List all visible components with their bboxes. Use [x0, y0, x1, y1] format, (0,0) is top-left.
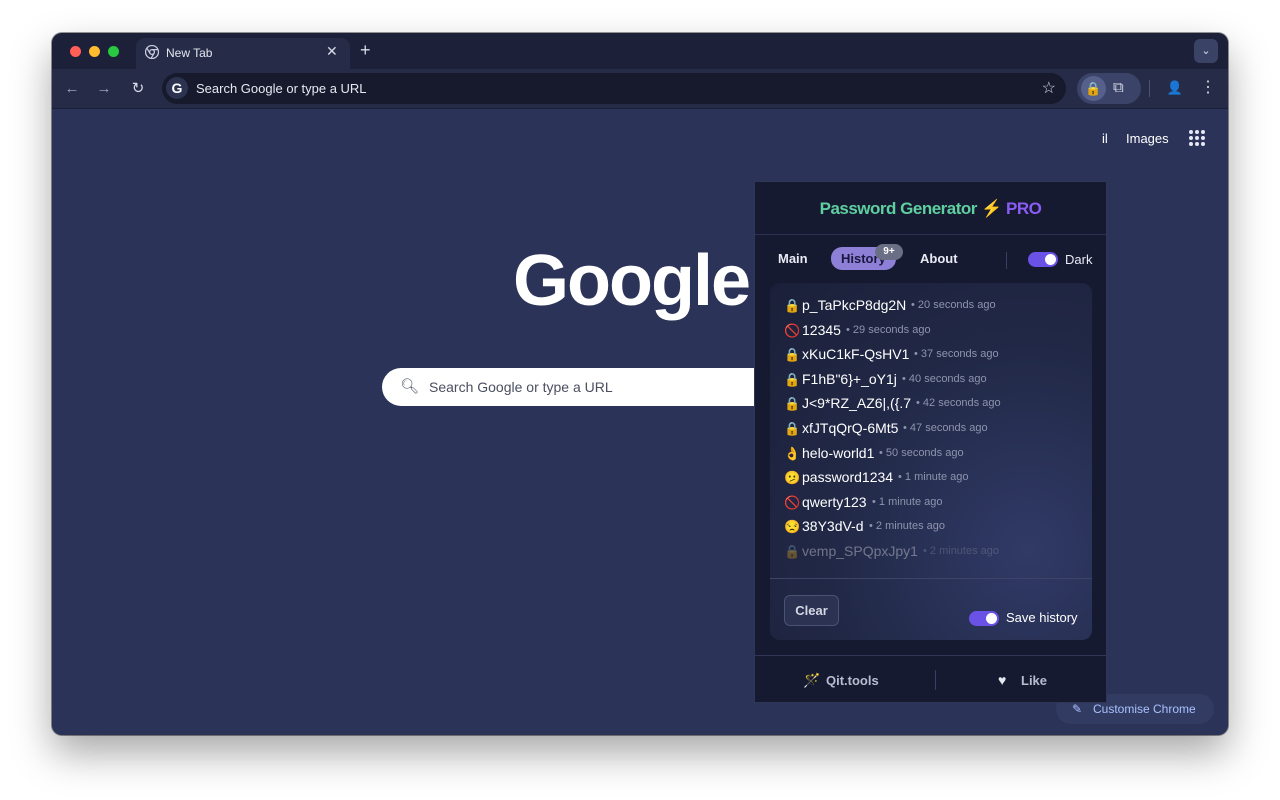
strength-emoji-icon: 🚫: [784, 494, 801, 510]
browser-window: New Tab ✕ + ⌄ ← → ↻ G Search Google or t…: [52, 33, 1228, 735]
popup-header: Password Generator ⚡ PRO: [755, 182, 1106, 235]
history-password[interactable]: vemp_SPQpxJpy1: [802, 543, 918, 559]
popup-title: Password Generator ⚡ PRO: [755, 199, 1106, 219]
more-menu-icon[interactable]: ⋮: [1200, 77, 1216, 97]
history-count-badge: 9+: [875, 244, 903, 260]
close-icon[interactable]: ✕: [326, 43, 338, 60]
history-password[interactable]: qwerty123: [802, 494, 867, 510]
history-time: • 50 seconds ago: [879, 446, 964, 459]
history-time: • 1 minute ago: [872, 495, 943, 508]
google-icon: G: [166, 77, 188, 99]
strength-emoji-icon: 🔒: [784, 371, 801, 387]
tab-about[interactable]: About: [920, 251, 958, 266]
history-time: • 42 seconds ago: [916, 397, 1001, 410]
history-time: • 2 minutes ago: [923, 545, 1000, 557]
history-time: • 1 minute ago: [898, 471, 969, 484]
heart-icon: ♥: [998, 672, 1007, 688]
tab-strip: New Tab ✕ + ⌄: [52, 33, 1228, 69]
close-window-button[interactable]: [70, 46, 81, 57]
history-panel: 🔒 p_TaPkcP8dg2N • 20 seconds ago 🚫 12345 • 29…: [770, 283, 1092, 640]
save-history-label: Save history: [1006, 610, 1078, 625]
puzzle-icon[interactable]: ⧉: [1113, 79, 1124, 96]
history-password[interactable]: 12345: [802, 322, 841, 338]
history-password[interactable]: password1234: [802, 469, 893, 485]
address-bar[interactable]: G Search Google or type a URL ☆: [162, 73, 1066, 104]
strength-emoji-icon: 🔒: [784, 347, 801, 363]
save-history-toggle[interactable]: [969, 611, 999, 626]
history-password[interactable]: xfJTqQrQ-6Mt5: [802, 420, 898, 436]
strength-emoji-icon: 🫤: [784, 470, 801, 486]
strength-emoji-icon: 😒: [784, 519, 801, 535]
new-tab-button[interactable]: +: [360, 40, 371, 60]
tab-main[interactable]: Main: [778, 251, 808, 266]
strength-emoji-icon: 🔒: [784, 396, 801, 412]
forward-arrow-icon[interactable]: →: [94, 79, 114, 99]
dark-mode-toggle[interactable]: [1028, 252, 1058, 267]
history-password[interactable]: xKuC1kF-QsHV1: [802, 346, 909, 362]
history-time: • 47 seconds ago: [903, 422, 988, 434]
extensions-area: 🔒 ⧉: [1077, 73, 1141, 104]
reload-icon[interactable]: ↻: [128, 79, 148, 99]
tab-title: New Tab: [166, 46, 213, 60]
address-bar-text[interactable]: Search Google or type a URL: [196, 81, 367, 96]
bookmark-star-icon[interactable]: ☆: [1042, 78, 1056, 98]
new-tab-page: il Images Google 🔍︎ Search Google or typ…: [52, 110, 1228, 735]
history-time: • 29 seconds ago: [846, 323, 931, 336]
history-password[interactable]: F1hB"6}+_oY1j: [802, 371, 897, 387]
images-link[interactable]: Images: [1126, 131, 1169, 146]
toolbar-divider: [1149, 80, 1150, 97]
tabs-divider: [1006, 252, 1007, 269]
footer-divider: [935, 670, 936, 690]
profile-icon[interactable]: 👤: [1164, 77, 1186, 99]
clear-history-button[interactable]: Clear: [784, 595, 839, 626]
history-time: • 20 seconds ago: [911, 299, 996, 311]
bolt-icon: ⚡: [981, 199, 1002, 218]
like-link[interactable]: Like: [1021, 673, 1047, 688]
magic-wand-icon: 🪄: [803, 672, 821, 688]
maximize-window-button[interactable]: [108, 46, 119, 57]
history-password[interactable]: 38Y3dV-d: [802, 518, 864, 534]
popup-title-pro: PRO: [1006, 199, 1042, 218]
minimize-window-button[interactable]: [89, 46, 100, 57]
popup-footer: 🪄 Qit.tools ♥ Like: [755, 655, 1106, 702]
history-password[interactable]: p_TaPkcP8dg2N: [802, 297, 906, 313]
dark-mode-label: Dark: [1065, 252, 1093, 267]
google-logo: Google: [513, 241, 751, 321]
tab-search-button[interactable]: ⌄: [1194, 39, 1218, 63]
customise-label: Customise Chrome: [1093, 702, 1196, 716]
history-time: • 40 seconds ago: [902, 372, 987, 385]
apps-grid-icon[interactable]: [1189, 130, 1205, 146]
strength-emoji-icon: 🔒: [784, 421, 801, 436]
chrome-icon: [145, 45, 159, 59]
history-divider: [770, 578, 1092, 579]
search-icon: 🔍︎: [400, 378, 420, 395]
strength-emoji-icon: 🔒: [784, 544, 801, 559]
history-time: • 37 seconds ago: [914, 348, 999, 361]
qit-tools-link[interactable]: Qit.tools: [826, 673, 879, 688]
toolbar: ← → ↻ G Search Google or type a URL ☆ 🔒 …: [52, 69, 1228, 109]
history-password[interactable]: J<9*RZ_AZ6|,({.7: [802, 395, 911, 411]
history-time: • 2 minutes ago: [869, 520, 946, 533]
tab-new-tab[interactable]: New Tab ✕: [136, 38, 350, 69]
history-list: 🔒 p_TaPkcP8dg2N • 20 seconds ago 🚫 12345 • 29…: [770, 295, 1092, 577]
password-generator-popup: Password Generator ⚡ PRO Main History 9+…: [754, 181, 1107, 703]
strength-emoji-icon: 👌: [784, 445, 801, 461]
popup-title-main: Password Generator: [819, 199, 978, 218]
strength-emoji-icon: 🔒: [784, 298, 801, 313]
strength-emoji-icon: 🚫: [784, 322, 801, 338]
lock-extension-icon[interactable]: 🔒: [1081, 76, 1106, 101]
back-arrow-icon[interactable]: ←: [62, 79, 82, 99]
gmail-link[interactable]: il: [1102, 131, 1108, 146]
search-input[interactable]: 🔍︎ Search Google or type a URL: [382, 368, 802, 406]
history-password[interactable]: helo-world1: [802, 445, 874, 461]
popup-tabs: Main History 9+ About Dark: [755, 235, 1106, 283]
search-placeholder: Search Google or type a URL: [429, 379, 613, 395]
